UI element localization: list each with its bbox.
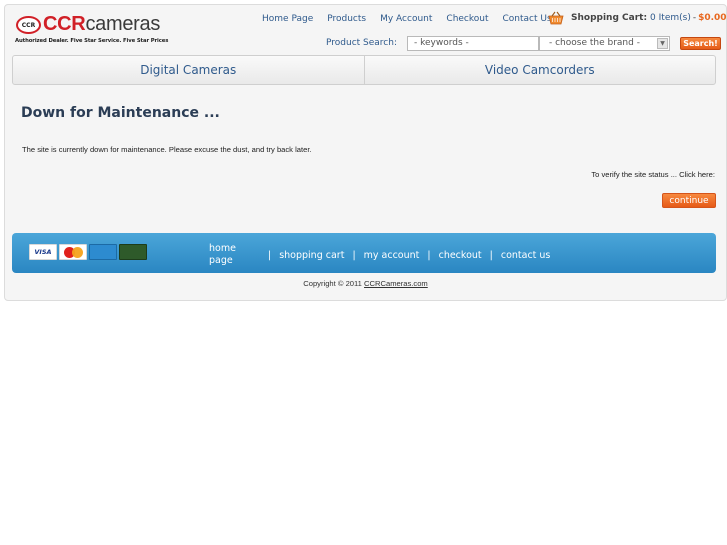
footer-link-my-account[interactable]: my account [364,250,420,261]
shopping-basket-icon [548,11,564,25]
search-label: Product Search: [326,38,397,48]
amex-card-icon [89,244,117,260]
footer-bar: VISA home page | shopping cart | my acco… [12,233,716,273]
cart-separator: - [692,13,697,23]
visa-card-icon: VISA [29,244,57,260]
product-search: Product Search: - choose the brand - ▼ S… [326,35,721,51]
nav-products[interactable]: Products [327,14,366,24]
footer-link-shopping-cart[interactable]: shopping cart [279,250,344,261]
nav-my-account[interactable]: My Account [380,14,432,24]
continue-button[interactable]: continue [662,193,716,208]
mastercard-icon [59,244,87,260]
footer-link-contact-us[interactable]: contact us [501,250,551,261]
category-video-camcorders[interactable]: Video Camcorders [365,56,716,84]
copyright-link[interactable]: CCRCameras.com [364,279,428,288]
footer-link-checkout[interactable]: checkout [439,250,482,261]
footer-separator: | [489,250,493,261]
maintenance-message: The site is currently down for maintenan… [22,145,312,154]
footer-navigation: home page | shopping cart | my account |… [209,243,550,267]
top-navigation: Home Page Products My Account Checkout C… [262,14,566,24]
site-logo[interactable]: CCR CCRcameras Authorized Dealer. Five S… [14,13,174,53]
cart-label: Shopping Cart: [571,13,648,23]
keywords-input[interactable] [407,35,539,51]
footer-separator: | [268,250,272,261]
page-title: Down for Maintenance ... [21,105,220,121]
nav-checkout[interactable]: Checkout [446,14,488,24]
footer-separator: | [427,250,431,261]
verify-status-text: To verify the site status ... Click here… [591,170,715,179]
footer-link-home-page[interactable]: home page [209,243,249,267]
page-container: CCR CCRcameras Authorized Dealer. Five S… [4,4,727,301]
logo-tagline: Authorized Dealer. Five Star Service. Fi… [15,38,169,44]
shopping-cart-summary[interactable]: Shopping Cart: 0 Item(s) - $0.00 [548,11,727,25]
cart-total: $0.00 [698,13,727,23]
nav-contact-us[interactable]: Contact Us [503,14,552,24]
cart-items-count[interactable]: 0 Item(s) [650,13,691,23]
category-digital-cameras[interactable]: Digital Cameras [13,56,364,84]
footer-separator: | [352,250,356,261]
brand-select[interactable]: - choose the brand - ▼ [539,35,670,51]
nav-home-page[interactable]: Home Page [262,14,313,24]
brand-select-value: - choose the brand - [549,38,640,48]
copyright-notice: Copyright © 2011 CCRCameras.com [303,279,428,288]
logo-badge: CCR [16,16,41,34]
payment-cards: VISA [29,244,147,260]
chevron-down-icon: ▼ [657,37,668,49]
logo-wordmark: CCRcameras [43,13,161,35]
search-button[interactable]: Search! [680,36,721,50]
discover-card-icon [119,244,147,260]
category-bar: Digital Cameras Video Camcorders [12,55,716,85]
